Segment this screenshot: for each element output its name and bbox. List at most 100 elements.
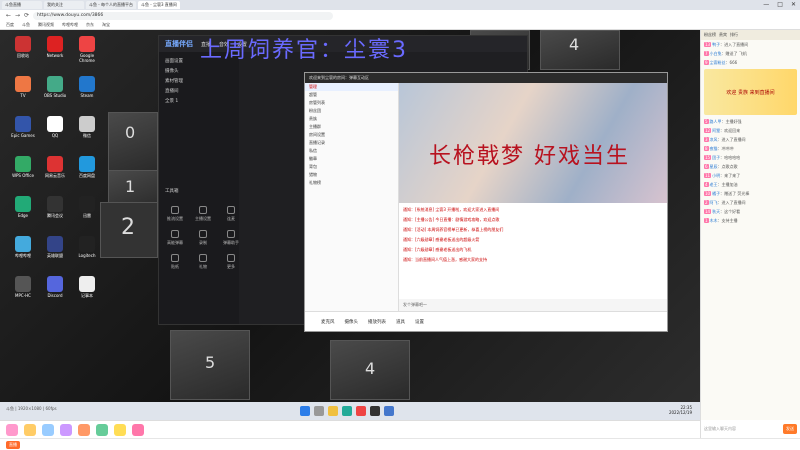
back-arrow-icon[interactable]: ← <box>6 12 11 19</box>
gift-icon[interactable] <box>132 423 144 436</box>
list-item[interactable]: 猎物 <box>305 171 398 179</box>
bookmark-item[interactable]: 淘宝 <box>102 22 110 28</box>
bookmark-item[interactable]: 百度 <box>6 22 14 28</box>
list-item[interactable]: 背包 <box>305 163 398 171</box>
desktop-icon[interactable]: WPS Office <box>8 156 38 190</box>
list-item[interactable]: 超管 <box>305 91 398 99</box>
desktop-icon[interactable]: 英雄联盟 <box>40 236 70 270</box>
list-item[interactable]: 管理 <box>305 83 398 91</box>
list-item[interactable]: 礼物榜 <box>305 179 398 187</box>
browser-tab-active[interactable]: 斗鱼 - 尘寰3 直播间 <box>138 1 180 9</box>
playlist-button[interactable]: 播放列表 <box>368 319 386 325</box>
chat-titlebar: 欢迎来到尘寰的房间：弹幕互动区 <box>305 73 667 83</box>
desktop-icon[interactable]: OBS Studio <box>40 76 70 110</box>
camera-button[interactable]: 摄像头 <box>345 319 359 325</box>
desktop-icon[interactable]: 记事本 <box>72 276 102 310</box>
tool-button[interactable]: 连麦 <box>219 206 243 226</box>
tool-button[interactable]: 录制 <box>191 230 215 250</box>
minimize-button[interactable]: — <box>763 1 769 8</box>
list-item[interactable]: 房间设置 <box>305 131 398 139</box>
close-button[interactable]: ✕ <box>791 1 796 8</box>
gift-icon[interactable] <box>78 423 90 436</box>
desktop-icon[interactable]: Google Chrome <box>72 36 102 70</box>
browser-tab[interactable]: 我的关注 <box>44 1 84 9</box>
sidebar-item[interactable]: 直播间 <box>159 86 239 96</box>
desktop-icon[interactable]: QQ <box>40 116 70 150</box>
desktop-icon[interactable]: 网易云音乐 <box>40 156 70 190</box>
desktop-icon[interactable]: Discord <box>40 276 70 310</box>
sidebar-item[interactable]: 全景 1 <box>159 96 239 106</box>
desktop-icon[interactable]: TV <box>8 76 38 110</box>
send-button[interactable]: 发送 <box>783 424 797 434</box>
obs-icon[interactable] <box>370 406 380 416</box>
list-item[interactable]: 房管列表 <box>305 99 398 107</box>
desktop-icon[interactable]: 迅雷 <box>72 196 102 230</box>
gift-icon[interactable] <box>42 423 54 436</box>
start-icon[interactable] <box>300 406 310 416</box>
tab-rank[interactable]: 排行 <box>730 32 738 38</box>
desktop-icon[interactable]: 哔哩哔哩 <box>8 236 38 270</box>
tab-fans[interactable]: 粉丝榜 <box>704 32 716 38</box>
desktop-icon[interactable]: Epic Games <box>8 116 38 150</box>
tool-button[interactable]: 贴纸 <box>163 254 187 274</box>
browser-tab[interactable]: 斗鱼 - 每个人的直播平台 <box>86 1 136 9</box>
props-button[interactable]: 道具 <box>396 319 405 325</box>
list-item[interactable]: 徽章 <box>305 155 398 163</box>
maximize-button[interactable]: □ <box>777 1 783 8</box>
browser-tab[interactable]: 斗鱼直播 <box>2 1 42 9</box>
file-explorer-icon[interactable] <box>328 406 338 416</box>
chrome-icon[interactable] <box>356 406 366 416</box>
sidebar-item[interactable]: 素材管理 <box>159 76 239 86</box>
bookmark-item[interactable]: 哔哩哔哩 <box>62 22 78 28</box>
gift-icon[interactable] <box>60 423 72 436</box>
tool-button[interactable]: 推流设置 <box>163 206 187 226</box>
gift-icon[interactable] <box>24 423 36 436</box>
bookmark-item[interactable]: 腾讯视频 <box>38 22 54 28</box>
tile-number: 0 <box>125 123 136 142</box>
list-item[interactable]: 直播记录 <box>305 139 398 147</box>
sidebar-item[interactable]: 摄像头 <box>159 66 239 76</box>
danmaku-row: 7 小白兔：赠送了 飞机 <box>704 51 747 56</box>
list-item[interactable]: 粉丝团 <box>305 107 398 115</box>
forward-arrow-icon[interactable]: → <box>15 12 20 19</box>
settings-button[interactable]: 设置 <box>415 319 424 325</box>
bookmark-item[interactable]: 斗鱼 <box>22 22 30 28</box>
desktop-icon[interactable]: Edge <box>8 196 38 230</box>
tool-button[interactable]: 高能弹幕 <box>163 230 187 250</box>
live-button[interactable]: 直播 <box>6 441 20 449</box>
bookmark-item[interactable]: 京东 <box>86 22 94 28</box>
search-icon[interactable] <box>314 406 324 416</box>
desktop-icon[interactable]: 腾讯会议 <box>40 196 70 230</box>
gift-icon[interactable] <box>114 423 126 436</box>
refresh-icon[interactable]: ⟳ <box>24 12 29 19</box>
address-bar-row: ← → ⟳ https://www.douyu.com/3866 <box>0 10 800 21</box>
danmaku-row: 14 秋天：这个好看 <box>704 209 741 214</box>
address-input[interactable]: https://www.douyu.com/3866 <box>33 11 334 20</box>
chat-input[interactable]: 发个弹幕吧～ <box>399 299 667 311</box>
desktop-icon[interactable]: Network <box>40 36 70 70</box>
tool-button[interactable]: 礼物 <box>191 254 215 274</box>
desktop-icon[interactable]: 回收站 <box>8 36 38 70</box>
list-item[interactable]: 私信 <box>305 147 398 155</box>
tool-button[interactable]: 更多 <box>219 254 243 274</box>
edge-icon[interactable] <box>342 406 352 416</box>
tool-button[interactable]: 弹幕助手 <box>219 230 243 250</box>
tab-vip[interactable]: 贵宾 <box>719 32 727 38</box>
desktop-icon[interactable]: 百度网盘 <box>72 156 102 190</box>
desktop-icon[interactable]: Steam <box>72 76 102 110</box>
list-item[interactable]: 贵族 <box>305 115 398 123</box>
gift-icon[interactable] <box>6 423 18 436</box>
list-item[interactable]: 主播群 <box>305 123 398 131</box>
background-tile: 4 <box>540 30 620 70</box>
mic-button[interactable]: 麦克风 <box>321 319 335 325</box>
desktop-icon[interactable]: 微信 <box>72 116 102 150</box>
desktop-icon[interactable]: Logitech <box>72 236 102 270</box>
gift-icon[interactable] <box>96 423 108 436</box>
message-list: 通知：[系统消息] 尘寰3 开播啦，欢迎大家进入直播间 通知：[主播公告] 今日… <box>403 207 661 267</box>
taskbar-icons <box>300 406 394 416</box>
app-icon[interactable] <box>384 406 394 416</box>
danmaku-input[interactable]: 这里输入聊天内容 <box>704 426 736 432</box>
tool-button[interactable]: 主播设置 <box>191 206 215 226</box>
desktop-icon[interactable]: MPC-HC <box>8 276 38 310</box>
danmaku-row: 3 凉风：进入了直播间 <box>704 137 746 142</box>
